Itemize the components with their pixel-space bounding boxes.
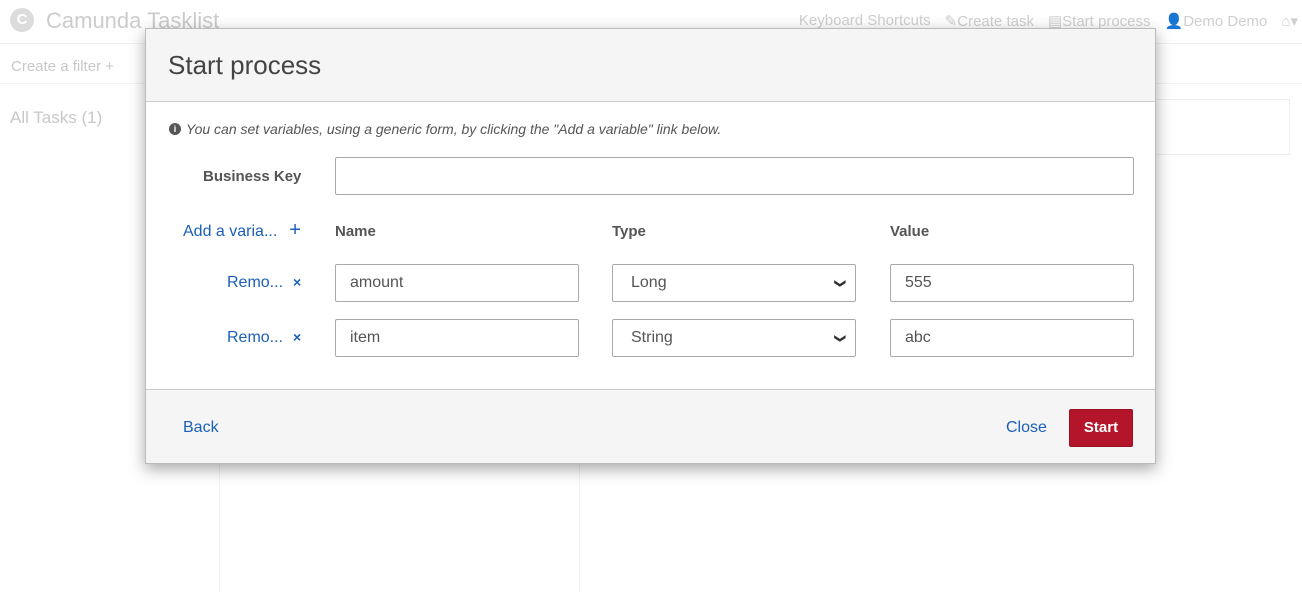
column-type: Type (612, 223, 646, 240)
close-x-icon: × (293, 274, 302, 290)
info-icon: i (169, 123, 181, 135)
variable-value-input[interactable]: 555 (890, 264, 1134, 302)
camunda-logo: C (10, 8, 34, 32)
add-variable-link[interactable]: Add a varia... + (183, 219, 301, 241)
start-process-modal: Start process i You can set variables, us… (145, 28, 1156, 464)
user-menu[interactable]: 👤Demo Demo (1165, 12, 1268, 30)
remove-variable-link[interactable]: Remo... × (227, 329, 301, 347)
column-name: Name (335, 223, 376, 240)
task-panel (1150, 99, 1290, 155)
close-x-icon: × (293, 329, 302, 345)
info-text: i You can set variables, using a generic … (169, 121, 721, 137)
variable-type-select[interactable]: Long ❯ (612, 264, 856, 302)
type-value: Long (631, 274, 667, 291)
create-filter-link[interactable]: Create a filter + (11, 58, 114, 75)
plus-icon: + (289, 219, 301, 241)
column-value: Value (890, 223, 930, 240)
modal-body: i You can set variables, using a generic … (146, 102, 1155, 391)
modal-title: Start process (146, 29, 1155, 102)
add-variable-label: Add a varia... (183, 223, 278, 240)
business-key-label: Business Key (203, 168, 302, 185)
remove-variable-link[interactable]: Remo... × (227, 274, 301, 292)
variable-name-input[interactable]: amount (335, 264, 579, 302)
start-button[interactable]: Start (1069, 409, 1133, 447)
modal-footer: Back Close Start (146, 389, 1155, 463)
type-value: String (631, 329, 673, 346)
filter-all-tasks[interactable]: All Tasks (1) (10, 108, 102, 128)
remove-label: Remo... (227, 329, 284, 346)
variable-value-input[interactable]: abc (890, 319, 1134, 357)
variable-name-input[interactable]: item (335, 319, 579, 357)
close-button[interactable]: Close (1006, 419, 1047, 437)
remove-label: Remo... (227, 274, 284, 291)
variable-type-select[interactable]: String ❯ (612, 319, 856, 357)
home-icon[interactable]: ⌂▾ (1281, 12, 1298, 30)
info-message: You can set variables, using a generic f… (186, 121, 722, 137)
business-key-input[interactable] (335, 157, 1134, 195)
chevron-down-icon: ❯ (833, 333, 846, 343)
user-name: Demo Demo (1183, 13, 1268, 30)
chevron-down-icon: ❯ (833, 278, 846, 288)
back-button[interactable]: Back (183, 419, 219, 437)
